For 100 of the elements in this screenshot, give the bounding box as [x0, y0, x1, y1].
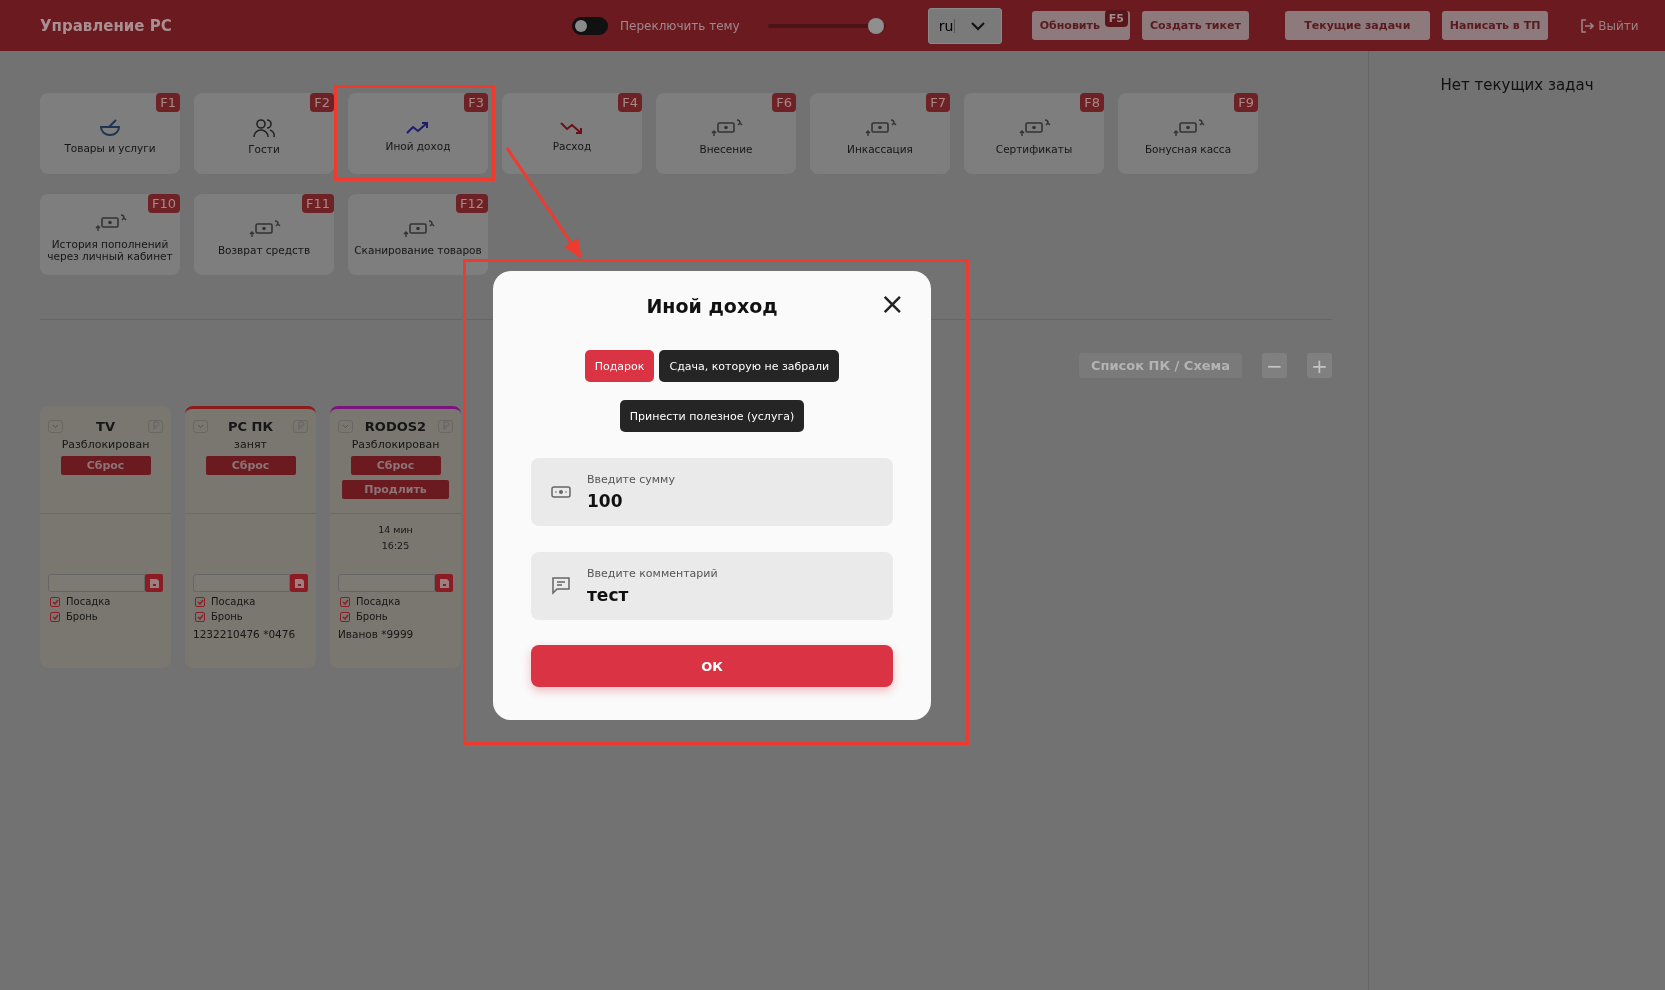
- chevron-down-icon: [52, 424, 59, 429]
- card-action-button[interactable]: Сброс: [205, 456, 296, 475]
- tile-label: Иной доход: [385, 141, 451, 152]
- save-button[interactable]: [145, 574, 163, 592]
- tile-label: Внесение: [699, 144, 753, 155]
- guest-info: 1232210476 *0476: [193, 628, 297, 640]
- checkbox-label: Бронь: [211, 611, 243, 622]
- action-tile[interactable]: F6 Внесение: [656, 93, 796, 174]
- chevron-down-icon: [342, 424, 349, 429]
- checkbox-label: Бронь: [66, 611, 98, 622]
- shortcut-badge: F6: [772, 93, 796, 112]
- money-exchange-icon: [247, 219, 281, 239]
- note-field[interactable]: [338, 574, 435, 592]
- shortcut-badge: F11: [301, 194, 334, 213]
- comment-icon: [551, 577, 571, 595]
- money-exchange-icon: [709, 118, 743, 138]
- dropdown-toggle[interactable]: [48, 420, 63, 433]
- shortcut-badge: F12: [455, 194, 488, 213]
- dropdown-toggle[interactable]: [193, 420, 208, 433]
- modal-title: Иной доход: [646, 295, 778, 317]
- empty-tasks-text: Нет текущих задач: [1440, 76, 1594, 96]
- app-title: Управление PC: [40, 16, 173, 35]
- header-button[interactable]: Создать тикет: [1141, 11, 1249, 40]
- note-field[interactable]: [193, 574, 290, 592]
- checkbox[interactable]: [195, 596, 205, 607]
- field-label: Введите комментарий: [587, 567, 718, 580]
- trend-down-icon: [560, 121, 584, 135]
- header-button[interactable]: Текущие задачи: [1284, 11, 1430, 40]
- header-button[interactable]: Написать в ТП: [1441, 11, 1549, 40]
- action-tile[interactable]: F2 Гости: [194, 93, 334, 174]
- zoom-button[interactable]: −: [1262, 353, 1287, 378]
- theme-toggle[interactable]: [572, 16, 608, 35]
- shortcut-badge: F8: [1080, 93, 1104, 112]
- pc-status: Разблокирован: [351, 438, 440, 451]
- action-tile[interactable]: F4 Расход: [502, 93, 642, 174]
- tile-label: Расход: [552, 141, 592, 152]
- checkbox-label: Посадка: [356, 596, 401, 607]
- income-type-option[interactable]: Сдача, которую не забрали: [659, 350, 840, 382]
- people-icon: [253, 118, 275, 138]
- shortcut-badge: F3: [464, 93, 488, 112]
- input-field[interactable]: Введите комментарий тест: [531, 552, 893, 620]
- card-action-button[interactable]: Сброс: [350, 456, 441, 475]
- close-button[interactable]: ×: [879, 289, 905, 319]
- language-select[interactable]: ru: [927, 7, 1002, 44]
- header-button[interactable]: Обновить F5: [1031, 11, 1130, 40]
- checkbox[interactable]: [340, 611, 350, 622]
- logout-link[interactable]: Выйти: [1580, 18, 1639, 33]
- checkbox[interactable]: [50, 611, 60, 622]
- trend-up-icon: [406, 121, 430, 135]
- action-tile[interactable]: F12 Сканирование товаров: [348, 194, 488, 275]
- tile-label: История пополнений через личный кабинет: [46, 239, 174, 262]
- shortcut-badge: F5: [1104, 10, 1128, 27]
- slider-thumb[interactable]: [868, 17, 885, 34]
- save-icon: [294, 578, 304, 588]
- save-button[interactable]: [290, 574, 308, 592]
- save-button[interactable]: [435, 574, 453, 592]
- money-exchange-icon: [401, 219, 435, 239]
- shortcut-badge: F4: [618, 93, 642, 112]
- action-tile[interactable]: F1 Товары и услуги: [40, 93, 180, 174]
- checkbox[interactable]: [50, 596, 60, 607]
- checkbox[interactable]: [340, 596, 350, 607]
- income-type-option[interactable]: Принести полезное (услуга): [619, 400, 805, 432]
- shortcut-badge: F10: [147, 194, 180, 213]
- action-tile[interactable]: F9 Бонусная касса: [1118, 93, 1258, 174]
- card-action-button[interactable]: Сброс: [60, 456, 151, 475]
- toggle-label: Переключить тему: [620, 18, 740, 33]
- money-exchange-icon: [93, 213, 127, 234]
- input-field[interactable]: Введите сумму 100: [531, 458, 893, 526]
- shortcut-badge: F7: [926, 93, 950, 112]
- note-field[interactable]: [48, 574, 145, 592]
- action-tile[interactable]: F3 Иной доход: [348, 93, 488, 174]
- money-exchange-icon: [1017, 118, 1051, 138]
- field-value: 100: [587, 491, 624, 511]
- pc-status: занят: [234, 438, 267, 451]
- action-tile[interactable]: F7 Инкассация: [810, 93, 950, 174]
- checkbox-label: Бронь: [356, 611, 388, 622]
- income-type-option[interactable]: Подарок: [584, 350, 655, 382]
- tile-label: Гости: [248, 144, 280, 155]
- tile-label: Возврат средств: [217, 245, 311, 256]
- card-action-button[interactable]: Продлить: [342, 480, 449, 499]
- chevron-down-icon: [197, 424, 204, 429]
- action-tile[interactable]: F11 Возврат средств: [194, 194, 334, 275]
- action-tile[interactable]: F8 Сертификаты: [964, 93, 1104, 174]
- action-tile[interactable]: F10 История пополнений через личный кабинет: [40, 194, 180, 275]
- tile-label: Инкассация: [847, 144, 913, 155]
- tile-label: Бонусная касса: [1144, 144, 1232, 155]
- shortcut-badge: F2: [310, 93, 334, 112]
- bowl-icon: [99, 119, 121, 137]
- checkbox[interactable]: [195, 611, 205, 622]
- checkbox-label: Посадка: [211, 596, 256, 607]
- dropdown-toggle[interactable]: [338, 420, 353, 433]
- session-info: 14 мин: [378, 524, 413, 535]
- session-info: 16:25: [381, 540, 410, 551]
- money-exchange-icon: [1171, 118, 1205, 138]
- zoom-button[interactable]: +: [1307, 353, 1332, 378]
- money-exchange-icon: [863, 118, 897, 138]
- tile-label: Сканирование товаров: [354, 245, 482, 256]
- ok-button[interactable]: ОК: [531, 645, 893, 687]
- shortcut-badge: F1: [156, 93, 180, 112]
- pc-name: PC ПК: [227, 419, 274, 434]
